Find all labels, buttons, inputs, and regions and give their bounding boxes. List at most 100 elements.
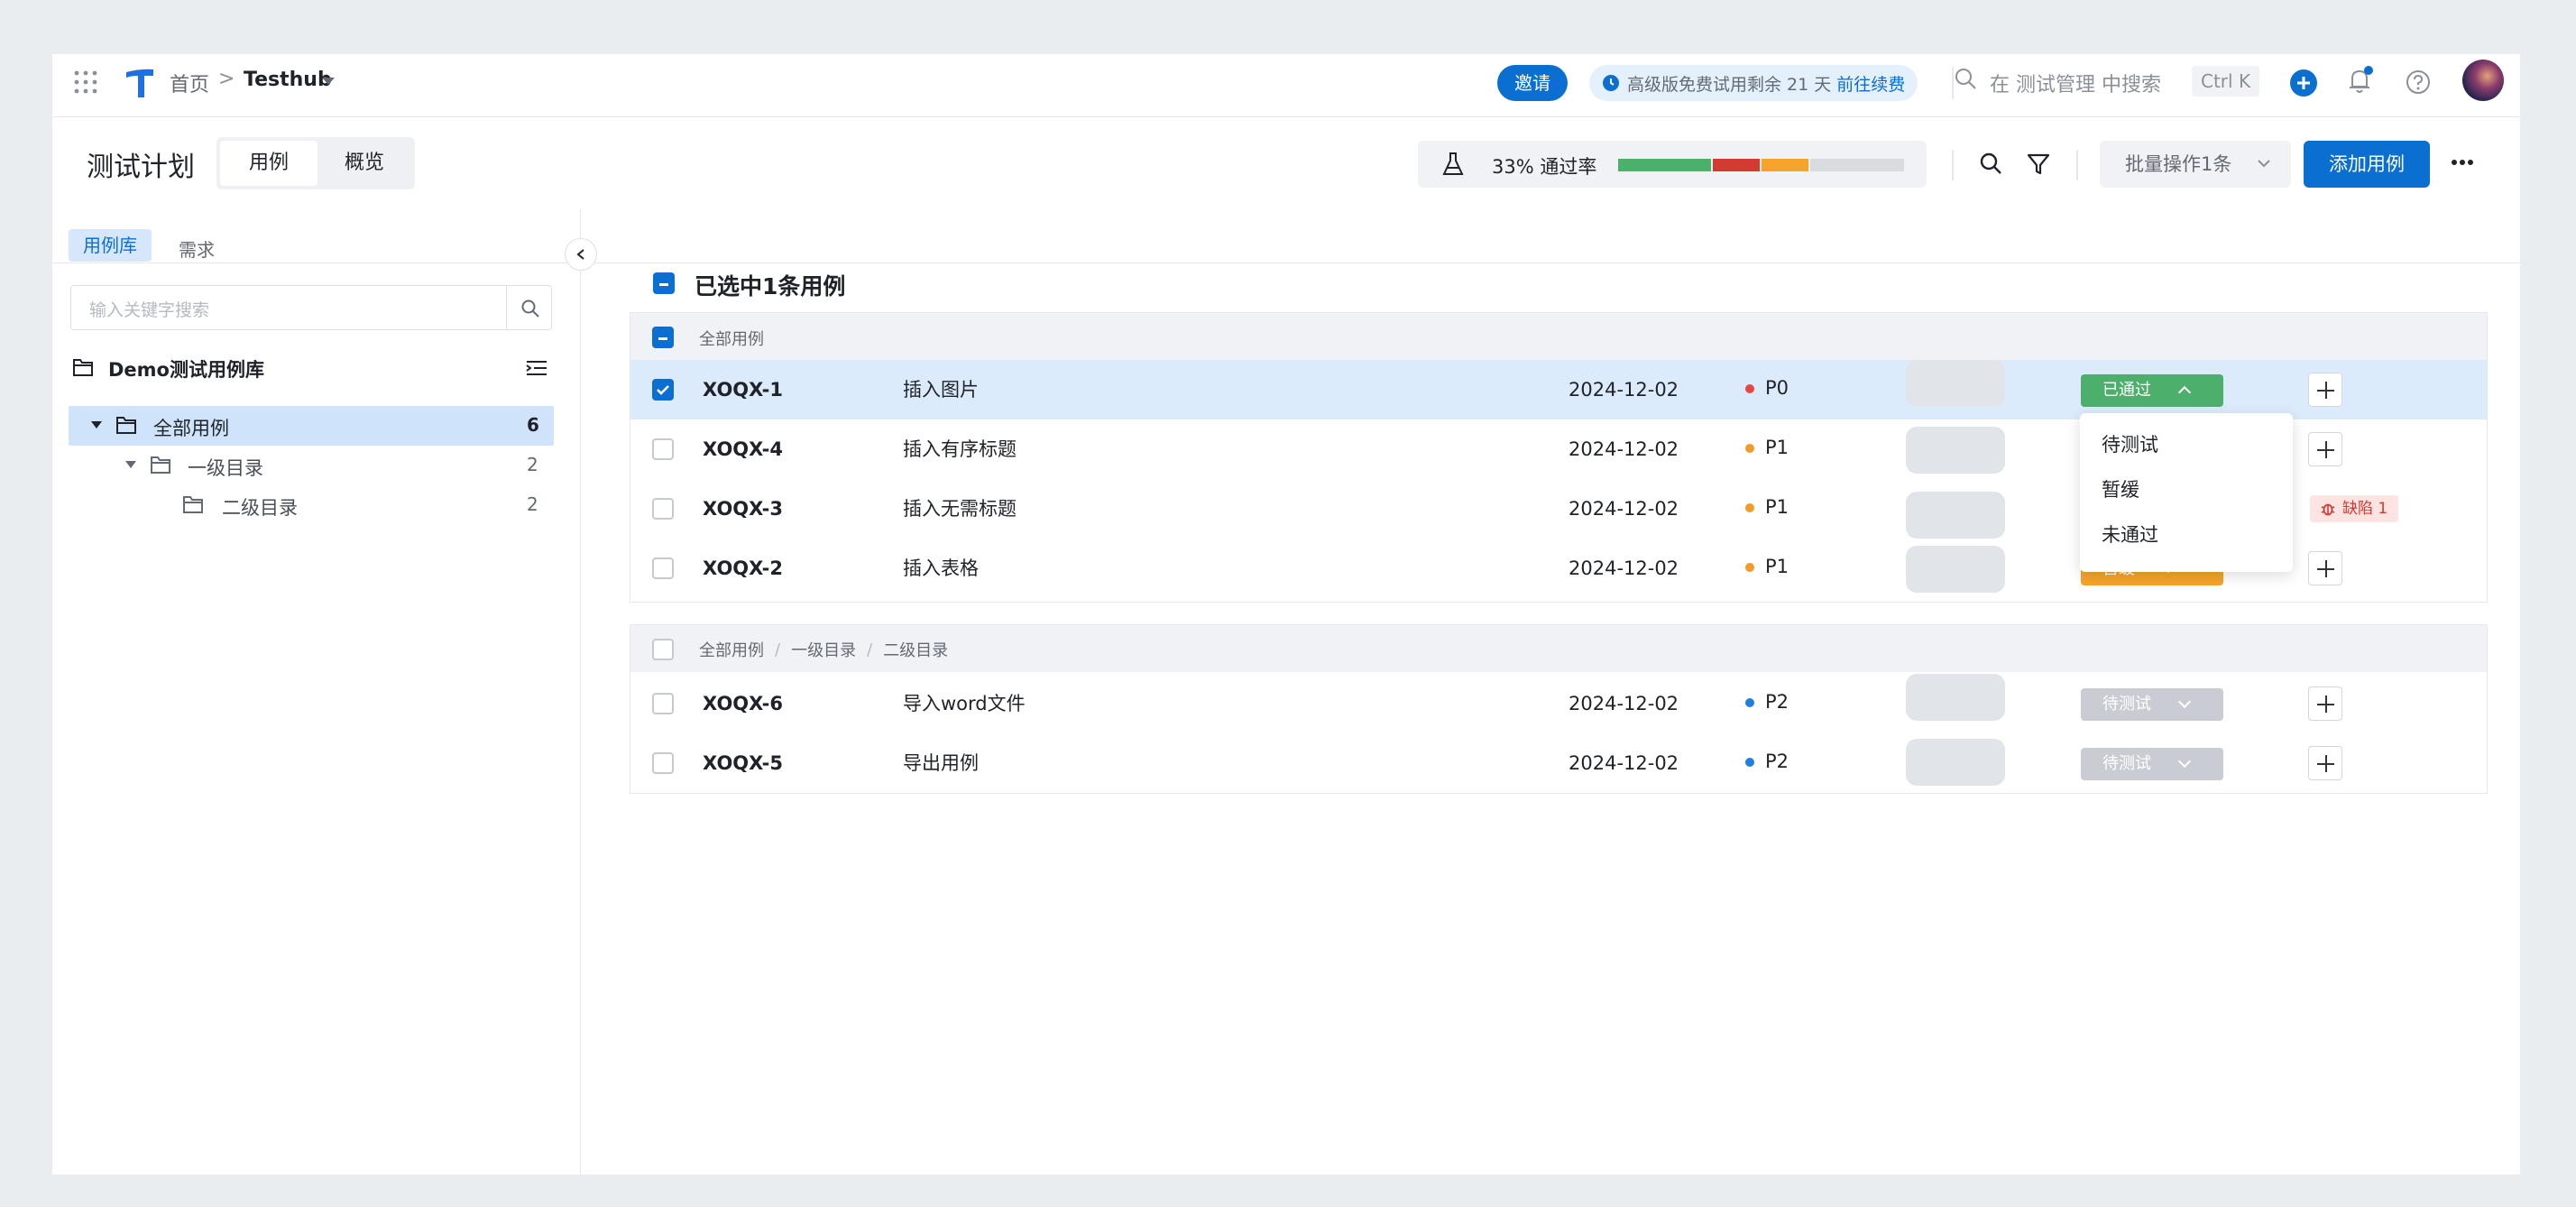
menu-item-pending[interactable]: 待测试 xyxy=(2080,422,2293,467)
more-icon[interactable] xyxy=(2452,159,2473,166)
menu-item-blocked[interactable]: 暂缓 xyxy=(2080,467,2293,512)
tab-cases[interactable]: 用例 xyxy=(220,141,317,186)
case-priority: P2 xyxy=(1745,733,1789,793)
bug-icon xyxy=(2321,503,2335,516)
case-id[interactable]: XOQX-3 xyxy=(703,479,783,539)
case-date: 2024-12-02 xyxy=(1569,498,1679,520)
select-all-checkbox[interactable] xyxy=(653,272,675,294)
row-checkbox[interactable] xyxy=(652,498,674,520)
table-row[interactable]: XOQX-5 导出用例 2024-12-02 P2 待测试 xyxy=(630,733,2487,793)
logo-icon[interactable] xyxy=(124,67,155,99)
add-defect-button[interactable] xyxy=(2308,686,2342,721)
view-tabs: 用例 概览 xyxy=(216,137,415,189)
global-search-input[interactable]: 在 测试管理 中搜索 xyxy=(1990,69,2161,97)
tree-item-level2[interactable]: 二级目录 2 xyxy=(69,485,554,525)
bar-blocked xyxy=(1762,159,1808,171)
tree-item-all-cases[interactable]: 全部用例 6 xyxy=(69,406,554,446)
status-select[interactable]: 待测试 xyxy=(2081,688,2223,721)
table-row[interactable]: XOQX-6 导入word文件 2024-12-02 P2 待测试 xyxy=(630,674,2487,733)
case-id[interactable]: XOQX-5 xyxy=(703,733,783,793)
avatar[interactable] xyxy=(2462,60,2504,101)
group-checkbox[interactable] xyxy=(652,327,674,348)
defect-badge[interactable]: 缺陷 1 xyxy=(2310,495,2399,522)
case-title[interactable]: 导出用例 xyxy=(903,733,979,793)
renew-link[interactable]: 前往续费 xyxy=(1836,71,1905,96)
case-title[interactable]: 插入无需标题 xyxy=(903,479,1017,539)
tree-item-count: 6 xyxy=(527,414,539,436)
sidebar-search-input[interactable]: 输入关键字搜索 xyxy=(89,297,209,321)
status-select[interactable]: 已通过 xyxy=(2081,374,2223,407)
path-segment[interactable]: 一级目录 xyxy=(791,638,856,661)
tree-item-label: 一级目录 xyxy=(188,457,263,479)
row-checkbox[interactable] xyxy=(652,379,674,401)
case-priority: P2 xyxy=(1745,674,1789,733)
chevron-right-icon: > xyxy=(218,68,235,90)
row-checkbox[interactable] xyxy=(652,557,674,579)
case-title[interactable]: 插入图片 xyxy=(903,360,979,419)
assignee-placeholder xyxy=(1906,546,2005,593)
bar-passed xyxy=(1618,159,1711,171)
tree-item-count: 2 xyxy=(527,493,538,515)
case-priority: P0 xyxy=(1745,360,1789,419)
tab-requirements[interactable]: 需求 xyxy=(179,235,215,262)
list-settings-icon[interactable] xyxy=(525,359,548,377)
status-select[interactable]: 待测试 xyxy=(2081,748,2223,780)
divider xyxy=(1952,150,1954,180)
path-segment[interactable]: 二级目录 xyxy=(883,638,948,661)
add-defect-button[interactable] xyxy=(2308,746,2342,780)
tree-item-level1[interactable]: 一级目录 2 xyxy=(69,446,554,485)
case-title[interactable]: 插入有序标题 xyxy=(903,419,1017,479)
bell-icon[interactable] xyxy=(2347,65,2374,96)
batch-operation-select[interactable]: 批量操作1条 xyxy=(2100,141,2291,188)
search-icon[interactable] xyxy=(520,299,540,318)
case-id[interactable]: XOQX-4 xyxy=(703,419,783,479)
chevron-down-icon xyxy=(2258,160,2270,168)
case-date: 2024-12-02 xyxy=(1569,438,1679,460)
bar-failed xyxy=(1713,159,1760,171)
assignee-placeholder xyxy=(1906,674,2005,721)
shortcut-badge: Ctrl K xyxy=(2192,66,2260,97)
path-segment[interactable]: 全部用例 xyxy=(699,638,764,661)
pass-rate-text: 33% 通过率 xyxy=(1492,156,1597,178)
row-checkbox[interactable] xyxy=(652,693,674,714)
invite-button[interactable]: 邀请 xyxy=(1497,65,1568,101)
page-title: 测试计划 xyxy=(87,152,195,183)
caret-down-icon[interactable] xyxy=(124,460,137,469)
tab-overview[interactable]: 概览 xyxy=(317,141,411,186)
group-header: 全部用例 / 一级目录 / 二级目录 xyxy=(630,625,2487,672)
folder-icon xyxy=(183,496,203,513)
case-id[interactable]: XOQX-1 xyxy=(703,360,783,419)
case-id[interactable]: XOQX-2 xyxy=(703,539,783,598)
search-icon[interactable] xyxy=(1954,67,1977,90)
tab-case-library[interactable]: 用例库 xyxy=(69,229,152,262)
group-checkbox[interactable] xyxy=(652,639,674,660)
row-checkbox[interactable] xyxy=(652,752,674,774)
case-id[interactable]: XOQX-6 xyxy=(703,674,783,733)
caret-down-icon[interactable] xyxy=(321,77,336,86)
sidebar-search: 输入关键字搜索 xyxy=(70,285,552,330)
divider xyxy=(2076,150,2078,180)
caret-down-icon[interactable] xyxy=(90,420,103,429)
project-name[interactable]: Testhub xyxy=(244,69,332,91)
menu-item-failed[interactable]: 未通过 xyxy=(2080,512,2293,557)
top-bar: 首页 > Testhub 邀请 高级版免费试用剩余 21 天 前往续费 在 测试… xyxy=(52,54,2520,117)
add-defect-button[interactable] xyxy=(2308,551,2342,585)
library-name[interactable]: Demo测试用例库 xyxy=(108,355,264,382)
breadcrumb-home[interactable]: 首页 xyxy=(170,69,209,97)
folder-icon xyxy=(151,456,170,474)
add-defect-button[interactable] xyxy=(2308,373,2342,407)
group-path: 全部用例 / 一级目录 / 二级目录 xyxy=(699,638,948,661)
case-title[interactable]: 导入word文件 xyxy=(903,674,1026,733)
case-title[interactable]: 插入表格 xyxy=(903,539,979,598)
row-checkbox[interactable] xyxy=(652,438,674,460)
plus-circle-icon[interactable] xyxy=(2289,69,2318,97)
tree-item-count: 2 xyxy=(527,454,538,475)
filter-icon[interactable] xyxy=(2026,152,2051,177)
apps-grid-icon[interactable] xyxy=(74,70,97,94)
table-row[interactable]: XOQX-1 插入图片 2024-12-02 P0 已通过 xyxy=(630,360,2487,419)
add-defect-button[interactable] xyxy=(2308,432,2342,466)
add-case-button[interactable]: 添加用例 xyxy=(2304,141,2430,188)
assignee-placeholder xyxy=(1906,739,2005,786)
help-icon[interactable] xyxy=(2405,69,2432,96)
search-icon[interactable] xyxy=(1979,152,2004,177)
